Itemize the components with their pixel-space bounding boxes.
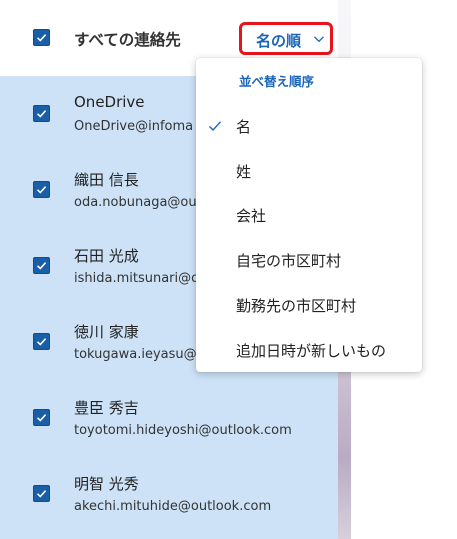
contact-name: 石田 光成 xyxy=(74,247,139,265)
sort-option-last-name[interactable]: 姓 xyxy=(196,152,422,192)
checkmark-icon xyxy=(36,490,47,498)
sort-option-label: 名 xyxy=(236,118,252,136)
sort-option-home-city[interactable]: 自宅の市区町村 xyxy=(196,241,422,281)
checkmark-icon xyxy=(36,338,47,346)
sort-option-label: 追加日時が新しいもの xyxy=(236,342,387,360)
checkmark-icon xyxy=(36,34,47,42)
contact-checkbox[interactable] xyxy=(33,485,50,502)
contact-email: akechi.mituhide@outlook.com xyxy=(74,499,272,514)
checkmark-icon xyxy=(36,110,47,118)
sort-option-label: 勤務先の市区町村 xyxy=(236,297,357,315)
contact-name: 織田 信長 xyxy=(74,171,139,189)
sort-option-company[interactable]: 会社 xyxy=(196,196,422,236)
checkmark-icon xyxy=(36,414,47,422)
contact-email: OneDrive@infoma xyxy=(74,119,194,134)
checkmark-icon xyxy=(36,186,47,194)
contact-checkbox[interactable] xyxy=(33,333,50,350)
chevron-down-icon xyxy=(314,36,324,43)
sort-order-button[interactable]: 名の順 xyxy=(239,22,333,55)
contact-email: ishida.mitsunari@o xyxy=(74,271,200,286)
sort-option-label: 自宅の市区町村 xyxy=(236,252,342,270)
contact-name: OneDrive xyxy=(74,93,145,111)
sort-option-label: 会社 xyxy=(236,207,267,225)
contact-name: 豊臣 秀吉 xyxy=(74,399,139,417)
contact-email: oda.nobunaga@ou xyxy=(74,195,197,210)
sort-menu-heading: 並べ替え順序 xyxy=(239,74,315,89)
contact-email: tokugawa.ieyasu@o xyxy=(74,347,205,362)
contact-checkbox[interactable] xyxy=(33,257,50,274)
contact-checkbox[interactable] xyxy=(33,105,50,122)
all-contacts-title: すべての連絡先 xyxy=(74,31,181,49)
checkmark-icon xyxy=(36,262,47,270)
sort-order-menu: 並べ替え順序 名 姓 会社 自宅の市区町村 勤務先の市区町村 追加日時が新しいも… xyxy=(196,58,422,372)
contact-name: 徳川 家康 xyxy=(74,323,139,341)
contact-name: 明智 光秀 xyxy=(74,475,139,493)
contact-checkbox[interactable] xyxy=(33,409,50,426)
sort-option-recently-added[interactable]: 追加日時が新しいもの xyxy=(196,331,422,371)
contact-checkbox[interactable] xyxy=(33,181,50,198)
select-all-checkbox[interactable] xyxy=(33,29,50,46)
contact-row[interactable]: 豊臣 秀吉 toyotomi.hideyoshi@outlook.com xyxy=(0,380,338,456)
sort-option-label: 姓 xyxy=(236,163,252,181)
contact-row[interactable]: 明智 光秀 akechi.mituhide@outlook.com xyxy=(0,456,338,532)
check-icon xyxy=(209,121,222,132)
sort-option-work-city[interactable]: 勤務先の市区町村 xyxy=(196,286,422,326)
sort-order-label: 名の順 xyxy=(256,32,302,50)
sort-option-first-name[interactable]: 名 xyxy=(196,107,422,147)
contact-email: toyotomi.hideyoshi@outlook.com xyxy=(74,423,292,438)
